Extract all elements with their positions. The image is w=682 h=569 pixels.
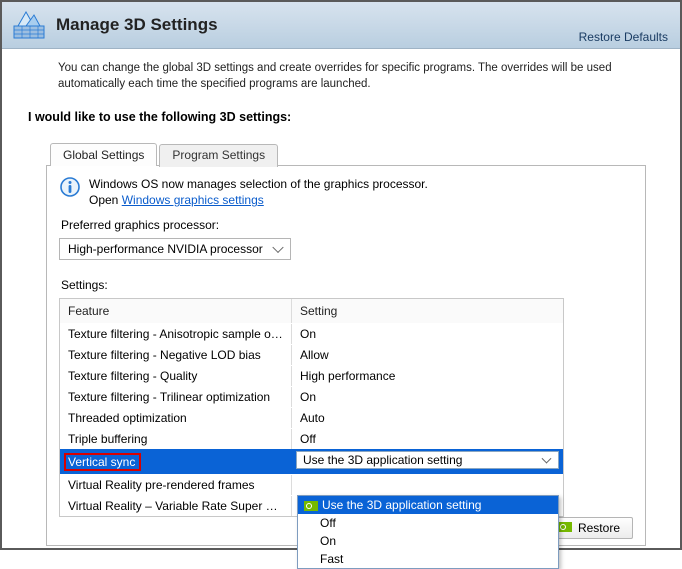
col-head-setting: Setting	[292, 299, 563, 323]
setting-cell: On	[292, 387, 563, 407]
preferred-processor-select[interactable]: High-performance NVIDIA processor	[59, 238, 291, 260]
header-bar: Manage 3D Settings Restore Defaults	[2, 2, 680, 49]
tabs-container: Global Settings Program Settings Windows…	[46, 142, 646, 546]
vertical-sync-dropdown-list[interactable]: Use the 3D application setting Off On Fa…	[297, 495, 559, 569]
info-line2-prefix: Open	[89, 193, 122, 207]
tabstrip: Global Settings Program Settings	[46, 142, 646, 165]
settings-label: Settings:	[61, 278, 633, 292]
settings-table-body: Texture filtering - Anisotropic sample o…	[60, 323, 563, 516]
vertical-sync-dropdown[interactable]: Use the 3D application setting	[296, 451, 559, 469]
feature-cell: Virtual Reality – Variable Rate Super Sa…	[60, 496, 292, 516]
restore-button[interactable]: Restore	[549, 517, 633, 539]
dropdown-option[interactable]: Off	[298, 514, 558, 532]
feature-cell: Virtual Reality pre-rendered frames	[60, 475, 292, 495]
table-row[interactable]: Texture filtering - Quality High perform…	[60, 365, 563, 386]
nvidia-logo-icon	[558, 521, 572, 535]
feature-cell: Texture filtering - Anisotropic sample o…	[60, 324, 292, 344]
feature-cell: Texture filtering - Negative LOD bias	[60, 345, 292, 365]
tab-global-settings[interactable]: Global Settings	[50, 143, 157, 166]
body-area: You can change the global 3D settings an…	[2, 49, 680, 546]
feature-cell: Texture filtering - Trilinear optimizati…	[60, 387, 292, 407]
settings-table-head: Feature Setting	[60, 299, 563, 323]
col-head-feature: Feature	[60, 299, 292, 323]
setting-cell: Auto	[292, 408, 563, 428]
feature-cell: Vertical sync	[60, 450, 292, 474]
table-row[interactable]: Texture filtering - Negative LOD bias Al…	[60, 344, 563, 365]
section-label: I would like to use the following 3D set…	[28, 110, 666, 124]
table-row[interactable]: Triple buffering Off	[60, 428, 563, 449]
table-row[interactable]: Threaded optimization Auto	[60, 407, 563, 428]
setting-cell: High performance	[292, 366, 563, 386]
restore-button-label: Restore	[578, 521, 620, 535]
info-row: Windows OS now manages selection of the …	[59, 176, 633, 208]
intro-text: You can change the global 3D settings an…	[58, 61, 666, 92]
setting-cell: Off	[292, 429, 563, 449]
info-line1: Windows OS now manages selection of the …	[89, 177, 428, 191]
tab-panel-global: Windows OS now manages selection of the …	[46, 165, 646, 546]
windows-graphics-settings-link[interactable]: Windows graphics settings	[122, 193, 264, 207]
info-icon	[59, 176, 81, 198]
tab-program-settings[interactable]: Program Settings	[159, 144, 278, 167]
setting-cell	[292, 475, 563, 495]
table-row[interactable]: Virtual Reality pre-rendered frames	[60, 474, 563, 495]
settings-table: Feature Setting Texture filtering - Anis…	[59, 298, 564, 517]
app-icon	[12, 8, 46, 42]
setting-cell: On	[292, 324, 563, 344]
setting-cell: Allow	[292, 345, 563, 365]
dropdown-option[interactable]: On	[298, 532, 558, 550]
preferred-processor-label: Preferred graphics processor:	[61, 218, 633, 232]
vertical-sync-dropdown-value: Use the 3D application setting	[303, 453, 462, 467]
preferred-processor-value: High-performance NVIDIA processor	[68, 242, 263, 256]
dropdown-option-selected[interactable]: Use the 3D application setting	[298, 496, 558, 514]
dropdown-option-label: Use the 3D application setting	[322, 498, 481, 512]
restore-defaults-link[interactable]: Restore Defaults	[579, 30, 668, 44]
setting-cell: Use the 3D application setting	[292, 450, 563, 474]
table-row[interactable]: Texture filtering - Trilinear optimizati…	[60, 386, 563, 407]
table-row[interactable]: Texture filtering - Anisotropic sample o…	[60, 323, 563, 344]
feature-cell: Texture filtering - Quality	[60, 366, 292, 386]
feature-cell: Triple buffering	[60, 429, 292, 449]
feature-cell: Threaded optimization	[60, 408, 292, 428]
dropdown-option[interactable]: Fast	[298, 550, 558, 568]
table-row-vertical-sync[interactable]: Vertical sync Use the 3D application set…	[60, 449, 563, 474]
vertical-sync-highlight: Vertical sync	[64, 453, 141, 471]
page-title: Manage 3D Settings	[56, 15, 218, 35]
nvidia-logo-icon	[304, 500, 318, 510]
info-text: Windows OS now manages selection of the …	[89, 176, 428, 208]
